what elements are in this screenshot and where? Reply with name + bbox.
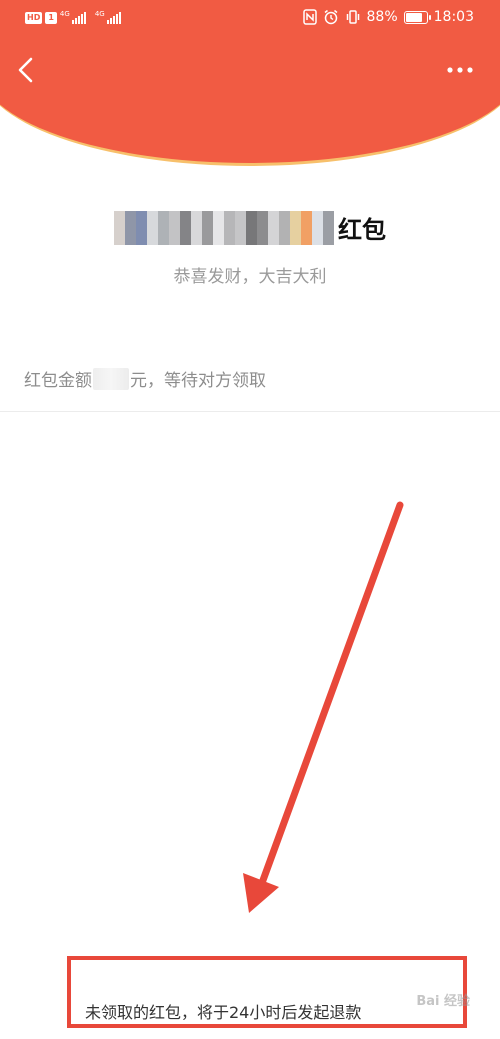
clock-time: 18:03 xyxy=(433,9,474,25)
sender-title: 红包 xyxy=(0,210,500,245)
blurred-pixel xyxy=(180,210,191,245)
amount-status: 红包金额 元，等待对方领取 xyxy=(24,366,266,391)
blurred-pixel xyxy=(235,210,246,245)
network-type-label: 4G xyxy=(59,10,70,18)
blurred-pixel xyxy=(312,210,323,245)
signal-strength-icon-2: 4G xyxy=(95,11,121,24)
battery-icon xyxy=(403,10,431,24)
section-divider xyxy=(0,411,500,412)
blurred-pixel xyxy=(257,210,268,245)
amount-suffix: 元，等待对方领取 xyxy=(130,371,266,391)
blurred-pixel xyxy=(290,210,301,245)
blurred-pixel xyxy=(301,210,312,245)
blurred-pixel xyxy=(158,210,169,245)
more-horizontal-icon xyxy=(447,67,473,73)
more-options-button[interactable] xyxy=(446,62,474,78)
blurred-pixel xyxy=(213,210,224,245)
status-indicators-left: HD 1 4G 4G xyxy=(25,11,127,24)
blurred-pixel xyxy=(246,210,257,245)
amount-value-blurred xyxy=(93,367,129,390)
blurred-pixel xyxy=(202,210,213,245)
alarm-icon xyxy=(324,9,337,25)
status-bar: HD 1 4G 4G 88% 18:03 xyxy=(0,0,500,38)
blurred-pixel xyxy=(169,210,180,245)
blurred-pixel xyxy=(125,210,136,245)
blurred-pixel xyxy=(268,210,279,245)
blurred-pixel xyxy=(279,210,290,245)
vibrate-icon xyxy=(346,10,359,24)
chevron-left-icon xyxy=(18,57,33,83)
blurred-pixel xyxy=(136,210,147,245)
blurred-pixel xyxy=(323,210,334,245)
amount-prefix: 红包金额 xyxy=(24,371,92,391)
blessing-message: 恭喜发财，大吉大利 xyxy=(173,267,327,287)
blurred-pixel xyxy=(114,210,125,245)
sender-title-suffix: 红包 xyxy=(338,216,386,244)
sim-badge: 1 xyxy=(45,11,57,24)
blurred-pixel xyxy=(191,210,202,245)
battery-percent: 88% xyxy=(366,9,398,25)
hd-badge: HD xyxy=(25,11,43,24)
blurred-pixel xyxy=(147,210,158,245)
refund-notice: 未领取的红包，将于24小时后发起退款 xyxy=(85,1003,362,1022)
sender-name-blurred xyxy=(114,210,334,245)
watermark: Bai 经验 xyxy=(416,994,470,1009)
back-button[interactable] xyxy=(14,56,38,84)
blurred-pixel xyxy=(224,210,235,245)
status-indicators-right: 88% 18:03 xyxy=(302,9,474,25)
network-type-label-2: 4G xyxy=(94,10,105,18)
signal-strength-icon: 4G xyxy=(60,11,86,24)
nfc-icon xyxy=(302,9,317,25)
